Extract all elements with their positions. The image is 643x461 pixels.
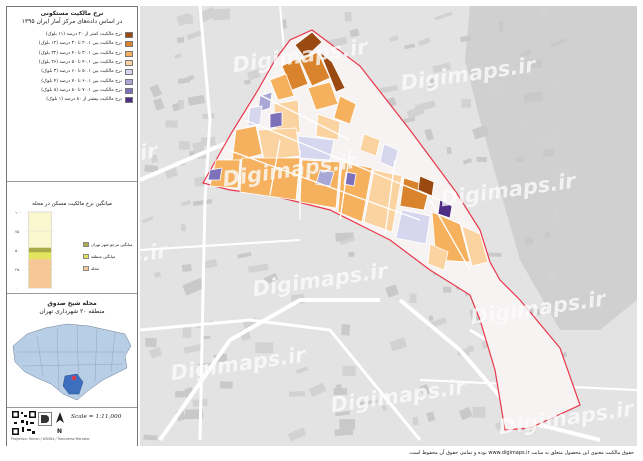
- legend-swatch: [125, 78, 133, 85]
- legend-label: نرخ مالکیت بین ۳۰.۱ تا ۴۰ درصد (۳۲ بلوک): [38, 50, 122, 56]
- chart-plot: [26, 211, 54, 289]
- basemap-block: [219, 381, 233, 389]
- ownership-block[interactable]: [247, 105, 263, 127]
- basemap-block: [554, 209, 559, 220]
- basemap-block: [255, 342, 274, 354]
- chart-legend-label: میانگین مرجع شهر تهران: [91, 241, 133, 247]
- basemap-block: [143, 434, 158, 441]
- legend-item: نرخ مالکیت بیشتر از ۸۰ درصد (۱ بلوک): [13, 96, 133, 104]
- basemap-block: [339, 419, 356, 430]
- projection-text: Projection: Tehran / WGS84 / Transverse …: [11, 437, 90, 441]
- basemap-block: [180, 223, 186, 232]
- chart-legend-swatch: [83, 254, 89, 259]
- legend-swatch: [125, 50, 133, 57]
- basemap-block: [442, 286, 452, 293]
- legend-swatch: [125, 69, 133, 76]
- basemap-block: [553, 168, 569, 179]
- legend-label: نرخ مالکیت بین ۵۰.۱ تا ۶۰ درصد (۳ بلوک): [41, 69, 122, 75]
- legend-swatch: [125, 97, 133, 104]
- basemap-block: [461, 98, 471, 108]
- basemap-block: [409, 293, 417, 303]
- chart-tick-label: ۷۵: [15, 228, 20, 234]
- legend-item: نرخ مالکیت بین ۴۰.۱ تا ۵۰ درصد (۲۶ بلوک): [13, 59, 133, 67]
- legend-label: نرخ مالکیت بین ۲۰.۱ تا ۳۰ درصد (۱۲ بلوک): [38, 41, 122, 47]
- ownership-block[interactable]: [395, 209, 431, 245]
- basemap-block: [526, 59, 542, 68]
- chart-legend-swatch: [83, 266, 89, 271]
- legend-swatch: [125, 41, 133, 48]
- map-side-panel: نرخ مالکیت مستکونی در اساس داده‌های مرکز…: [6, 6, 138, 446]
- locator-subtitle: منطقه ۲۰ شهرداری تهران: [39, 308, 105, 315]
- chart-legend-swatch: [83, 242, 89, 247]
- legend-swatch: [125, 59, 133, 66]
- basemap-block: [544, 231, 551, 239]
- legend-label: نرخ مالکیت بین ۴۰.۱ تا ۵۰ درصد (۲۶ بلوک): [38, 59, 122, 65]
- legend: نرخ مالکیت مستکونی در اساس داده‌های مرکز…: [7, 7, 137, 182]
- legend-title: نرخ مالکیت مستکونی: [40, 10, 104, 17]
- basemap-block: [498, 21, 504, 33]
- basemap-block: [340, 324, 351, 336]
- chart-tick-label: ۲۵: [15, 266, 20, 272]
- legend-item: نرخ مالکیت بین ۷۰.۱ تا ۸۰ درصد (۸ بلوک): [13, 87, 133, 95]
- basemap-block: [518, 122, 524, 128]
- locator-map-graphic: [12, 323, 132, 401]
- chart-legend-label: میانگین منطقه: [91, 253, 116, 259]
- legend-item: نرخ مالکیت کمتر از ۲۰ درصد (۱۱ بلوک): [13, 31, 133, 39]
- basemap-block: [182, 326, 192, 339]
- basemap-block: [543, 149, 555, 157]
- legend-item: نرخ مالکیت بین ۲۰.۱ تا ۳۰ درصد (۱۲ بلوک): [13, 40, 133, 48]
- digimaps-logo-icon: [38, 412, 52, 426]
- ownership-block[interactable]: [207, 167, 223, 181]
- locator-title: محله شیخ صدوق: [47, 300, 97, 307]
- chart-tick-label: ۱۰۰: [15, 209, 22, 215]
- basemap-block: [181, 263, 192, 273]
- basemap-block: [347, 251, 355, 258]
- legend-item: نرخ مالکیت بین ۵۰.۱ تا ۶۰ درصد (۳ بلوک): [13, 68, 133, 76]
- basemap-block: [342, 365, 356, 377]
- legend-item: نرخ مالکیت بین ۳۰.۱ تا ۴۰ درصد (۳۲ بلوک): [13, 50, 133, 58]
- ownership-block[interactable]: [297, 135, 335, 161]
- basemap-block: [185, 14, 194, 25]
- chart-tick-label: ۵۰: [15, 247, 20, 253]
- legend-swatch: [125, 87, 133, 94]
- locator-neighborhood-marker: [71, 375, 77, 381]
- north-arrow-icon: [56, 412, 64, 423]
- north-label: N: [57, 428, 63, 435]
- legend-label: نرخ مالکیت بیشتر از ۸۰ درصد (۱ بلوک): [46, 97, 122, 103]
- ownership-chart: میانگین نرخ مالکیت مسکن در محله ۱۰۰ ۷۵ ۵۰ ۲…: [7, 182, 137, 294]
- qr-code-icon: [11, 410, 37, 436]
- chart-legend-label: محله: [91, 265, 100, 271]
- legend-label: نرخ مالکیت بین ۶۰.۱ تا ۷۰ درصد (۴ بلوک): [41, 78, 122, 84]
- basemap-block: [289, 391, 306, 397]
- basemap-block: [165, 119, 178, 128]
- basemap-block: [412, 416, 419, 426]
- basemap-block: [540, 8, 551, 16]
- basemap-block: [477, 66, 485, 77]
- basemap-block: [472, 406, 486, 418]
- basemap-block: [178, 141, 190, 150]
- basemap-block: [476, 156, 487, 163]
- copyright-notice: حقوق مالکیت معنوی این محصول متعلق به سای…: [408, 450, 634, 456]
- basemap-block: [145, 337, 157, 348]
- legend-label: نرخ مالکیت بین ۷۰.۱ تا ۸۰ درصد (۸ بلوک): [41, 87, 122, 93]
- legend-item: نرخ مالکیت بین ۶۰.۱ تا ۷۰ درصد (۴ بلوک): [13, 78, 133, 86]
- ownership-block[interactable]: [269, 111, 283, 129]
- chart-bar: [29, 259, 51, 288]
- locator-map: محله شیخ صدوق منطقه ۲۰ شهرداری تهران: [7, 294, 137, 408]
- basemap-block: [344, 11, 352, 22]
- legend-subtitle: در اساس داده‌های مرکز آمار ایران ۱۳۹۵: [21, 18, 123, 25]
- chart-tick-label: ۰: [15, 285, 18, 291]
- scale-text: Scale = 1:11,000: [71, 414, 122, 420]
- basemap-block: [490, 84, 501, 93]
- map-page: Digimaps.ir Digimaps.ir Digimaps.ir Digi…: [0, 0, 643, 461]
- map-footer: N Scale = 1:11,000 Projection: Tehran / …: [7, 408, 137, 446]
- legend-label: نرخ مالکیت کمتر از ۲۰ درصد (۱۱ بلوک): [45, 32, 122, 37]
- basemap-block: [176, 36, 185, 44]
- legend-swatch: [125, 32, 133, 38]
